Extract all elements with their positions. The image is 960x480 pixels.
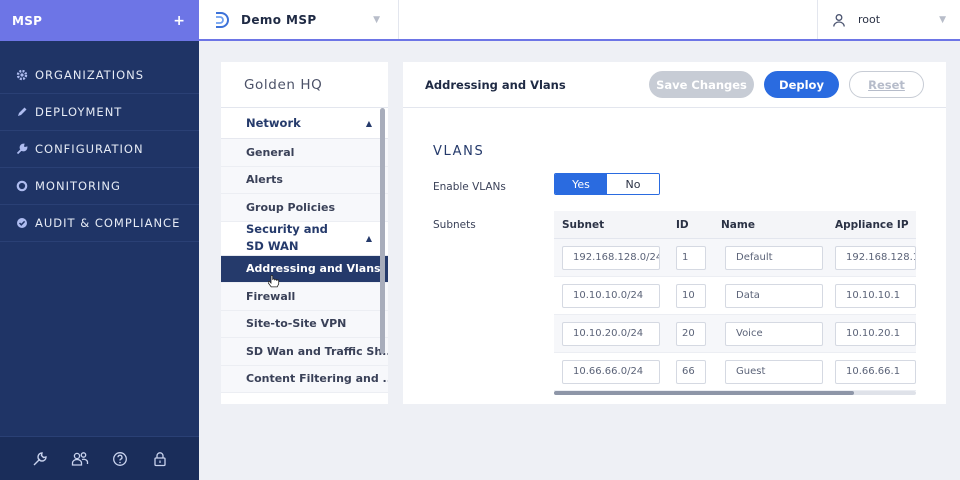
lock-icon[interactable] — [151, 450, 169, 468]
appliance-ip-field[interactable]: 10.10.20.1 — [835, 321, 916, 346]
add-button[interactable]: + — [173, 13, 185, 29]
wrench-icon[interactable] — [31, 450, 49, 468]
menu-item-firewall[interactable]: Firewall — [221, 283, 388, 311]
subnet-field[interactable]: 192.168.128.0/24 — [562, 245, 660, 270]
vlan-id-field[interactable]: 66 — [676, 359, 706, 384]
user-menu[interactable]: root ▼ — [817, 0, 960, 39]
page-title: Addressing and Vlans — [425, 77, 566, 92]
nav-label: ORGANIZATIONS — [35, 68, 145, 82]
appliance-ip-field[interactable]: 10.10.10.1 — [835, 283, 916, 308]
main-nav: ORGANIZATIONS DEPLOYMENT CONFIGURATION M… — [0, 57, 199, 242]
subnet-field[interactable]: 10.10.20.0/24 — [562, 321, 660, 346]
vlan-name-field[interactable]: Data — [725, 283, 823, 308]
sidebar: MSP + ORGANIZATIONS DEPLOYMENT CONFIGURA… — [0, 0, 199, 480]
toggle-yes[interactable]: Yes — [555, 174, 607, 194]
menu-item-site-to-site-vpn[interactable]: Site-to-Site VPN — [221, 310, 388, 338]
nav-label: DEPLOYMENT — [35, 105, 123, 119]
enable-vlans-toggle: Yes No — [554, 173, 660, 195]
toggle-no[interactable]: No — [607, 174, 659, 194]
chevron-up-icon: ▲ — [365, 233, 372, 243]
table-horizontal-scrollbar[interactable] — [554, 391, 916, 395]
chevron-down-icon: ▼ — [939, 14, 946, 25]
user-icon — [833, 13, 845, 27]
section-label: Security and SD WAN — [246, 222, 328, 253]
subnets-label: Subnets — [433, 219, 476, 231]
vlan-name-field[interactable]: Guest — [725, 359, 823, 384]
table-row: 10.10.10.0/24 10 Data 10.10.10.1 — [554, 277, 916, 315]
pen-icon — [15, 105, 29, 119]
subnet-field[interactable]: 10.10.10.0/24 — [562, 283, 660, 308]
nav-item-organizations[interactable]: ORGANIZATIONS — [0, 57, 199, 94]
save-changes-button[interactable]: Save Changes — [649, 71, 754, 98]
column-header: Subnet — [562, 218, 605, 231]
sidebar-header: MSP + — [0, 0, 199, 41]
menu-item-sd-wan[interactable]: SD Wan and Traffic Sh... — [221, 338, 388, 366]
menu-section-security[interactable]: Security and SD WAN ▲ — [221, 222, 388, 256]
main-panel: Addressing and Vlans Save Changes Deploy… — [403, 62, 946, 404]
app-title: MSP — [12, 13, 43, 28]
gear-icon — [15, 68, 29, 82]
menu-title: Golden HQ — [221, 62, 388, 108]
column-header: Appliance IP — [835, 218, 909, 231]
menu-item-content-filtering[interactable]: Content Filtering and ... — [221, 365, 388, 393]
table-header: Subnet ID Name Appliance IP — [554, 211, 916, 239]
user-name: root — [858, 13, 881, 26]
section-title: VLANS — [433, 144, 485, 159]
reset-button[interactable]: Reset — [849, 71, 924, 98]
users-icon[interactable] — [71, 450, 89, 468]
vlan-id-field[interactable]: 1 — [676, 245, 706, 270]
nav-item-audit[interactable]: AUDIT & COMPLIANCE — [0, 205, 199, 242]
chevron-down-icon: ▼ — [373, 14, 380, 25]
vlan-name-field[interactable]: Default — [725, 245, 823, 270]
scrollbar-thumb[interactable] — [554, 391, 854, 395]
org-logo-icon — [216, 11, 229, 28]
vlan-id-field[interactable]: 10 — [676, 283, 706, 308]
enable-vlans-label: Enable VLANs — [433, 181, 506, 193]
nav-label: CONFIGURATION — [35, 142, 144, 156]
nav-label: MONITORING — [35, 179, 121, 193]
top-bar: Demo MSP ▼ root ▼ — [199, 0, 960, 41]
nav-item-monitoring[interactable]: MONITORING — [0, 168, 199, 205]
sidebar-footer — [0, 436, 199, 480]
ring-icon — [15, 179, 29, 193]
column-header: ID — [676, 218, 689, 231]
chevron-up-icon: ▲ — [365, 118, 372, 128]
hand-cursor-icon — [268, 275, 280, 288]
section-label: Network — [246, 116, 301, 130]
table-row: 192.168.128.0/24 1 Default 192.168.128.1 — [554, 239, 916, 277]
menu-item-alerts[interactable]: Alerts — [221, 166, 388, 194]
deploy-button[interactable]: Deploy — [764, 71, 839, 98]
menu-section-network[interactable]: Network ▲ — [221, 108, 388, 139]
column-header: Name — [721, 218, 755, 231]
menu-scrollbar[interactable] — [380, 108, 385, 354]
table-row: 10.10.20.0/24 20 Voice 10.10.20.1 — [554, 315, 916, 353]
help-icon[interactable] — [111, 450, 129, 468]
org-name: Demo MSP — [241, 12, 317, 27]
vlan-id-field[interactable]: 20 — [676, 321, 706, 346]
panel-header: Addressing and Vlans Save Changes Deploy… — [403, 62, 946, 108]
subnets-table: Subnet ID Name Appliance IP 192.168.128.… — [554, 211, 916, 391]
settings-menu: Golden HQ Network ▲ General Alerts Group… — [221, 62, 388, 404]
menu-item-group-policies[interactable]: Group Policies — [221, 194, 388, 222]
appliance-ip-field[interactable]: 192.168.128.1 — [835, 245, 916, 270]
vlan-name-field[interactable]: Voice — [725, 321, 823, 346]
menu-item-addressing-vlans[interactable]: Addressing and Vlans — [221, 255, 388, 283]
table-row: 10.66.66.0/24 66 Guest 10.66.66.1 — [554, 353, 916, 391]
appliance-ip-field[interactable]: 10.66.66.1 — [835, 359, 916, 384]
org-selector[interactable]: Demo MSP ▼ — [199, 0, 399, 39]
nav-item-deployment[interactable]: DEPLOYMENT — [0, 94, 199, 131]
nav-label: AUDIT & COMPLIANCE — [35, 216, 181, 230]
wrench-icon — [15, 142, 29, 156]
check-circle-icon — [15, 216, 29, 230]
subnet-field[interactable]: 10.66.66.0/24 — [562, 359, 660, 384]
nav-item-configuration[interactable]: CONFIGURATION — [0, 131, 199, 168]
menu-item-general[interactable]: General — [221, 139, 388, 167]
